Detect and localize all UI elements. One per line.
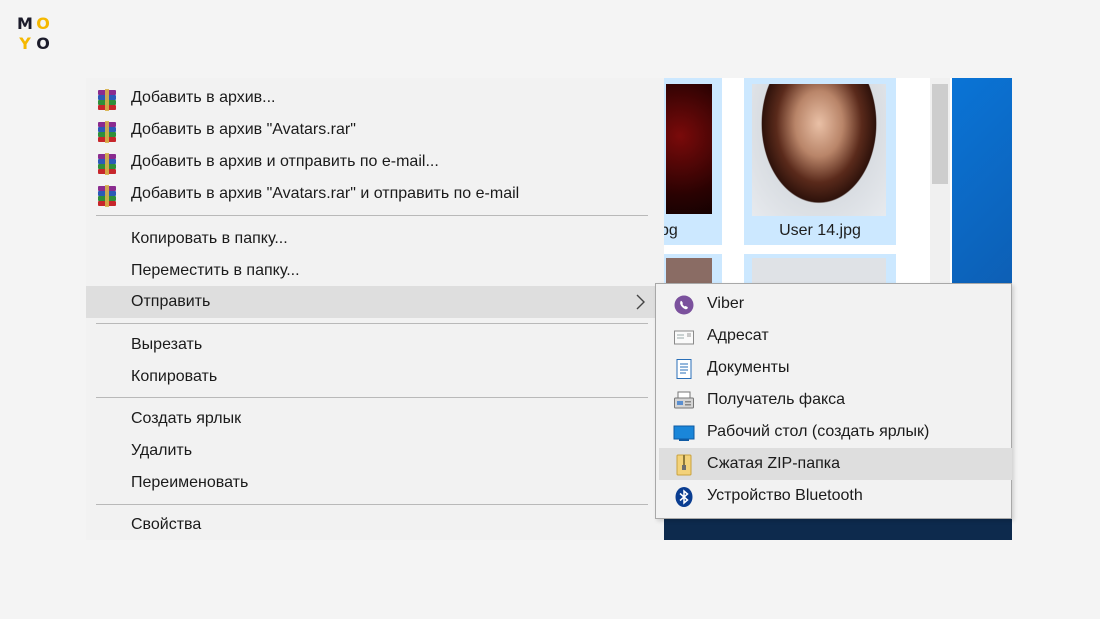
submenu-item-documents[interactable]: Документы [659, 352, 1012, 384]
submenu-item-label: Сжатая ZIP-папка [707, 455, 841, 472]
menu-separator [96, 397, 648, 398]
menu-item-label: Добавить в архив "Avatars.rar" и отправи… [131, 185, 520, 202]
submenu-item-label: Получатель факса [707, 391, 846, 408]
submenu-item-label: Устройство Bluetooth [707, 487, 863, 504]
submenu-item-viber[interactable]: Viber [659, 288, 1012, 320]
menu-item-rename[interactable]: Переименовать [86, 467, 664, 499]
logo-letter: O [36, 34, 50, 53]
winrar-icon [96, 153, 118, 175]
menu-item-add-to-avatars-rar[interactable]: Добавить в архив "Avatars.rar" [86, 114, 664, 146]
menu-item-copy[interactable]: Копировать [86, 361, 664, 393]
file-item[interactable]: pg [660, 78, 722, 245]
menu-item-properties[interactable]: Свойства [86, 509, 664, 541]
logo-letter: Y [19, 34, 31, 53]
menu-item-add-and-email[interactable]: Добавить в архив и отправить по e-mail..… [86, 146, 664, 178]
fax-icon [674, 391, 694, 409]
menu-separator [96, 323, 648, 324]
desktop-icon [673, 425, 695, 441]
file-thumbnail [752, 84, 886, 216]
submenu-item-label: Рабочий стол (создать ярлык) [707, 423, 930, 440]
submenu-item-desktop-shortcut[interactable]: Рабочий стол (создать ярлык) [659, 416, 1012, 448]
file-item[interactable]: User 14.jpg [744, 78, 896, 245]
moyo-logo: MO YO [16, 14, 56, 54]
winrar-icon [96, 121, 118, 143]
logo-letter: O [36, 14, 50, 33]
file-thumbnail [666, 84, 712, 214]
context-menu: Добавить в архив... Добавить в архив "Av… [86, 78, 664, 540]
submenu-item-label: Viber [707, 295, 745, 312]
menu-item-label: Вырезать [131, 336, 203, 353]
documents-icon [676, 359, 692, 379]
menu-item-add-avatars-and-email[interactable]: Добавить в архив "Avatars.rar" и отправи… [86, 178, 664, 210]
submenu-item-bluetooth[interactable]: Устройство Bluetooth [659, 480, 1012, 512]
winrar-icon [96, 89, 118, 111]
menu-item-delete[interactable]: Удалить [86, 435, 664, 467]
menu-item-label: Отправить [131, 293, 211, 310]
menu-item-add-to-archive[interactable]: Добавить в архив... [86, 82, 664, 114]
menu-item-label: Добавить в архив "Avatars.rar" [131, 121, 356, 138]
viber-icon [674, 295, 694, 315]
menu-item-create-shortcut[interactable]: Создать ярлык [86, 403, 664, 435]
submenu-item-label: Документы [707, 359, 790, 376]
menu-item-label: Копировать в папку... [131, 230, 288, 247]
scrollbar-thumb[interactable] [932, 84, 948, 184]
desktop-wallpaper [952, 78, 1012, 283]
mail-recipient-icon [674, 330, 694, 345]
menu-item-label: Свойства [131, 516, 202, 533]
menu-separator [96, 215, 648, 216]
menu-item-label: Копировать [131, 368, 218, 385]
menu-separator [96, 504, 648, 505]
chevron-right-icon [636, 294, 645, 310]
zip-folder-icon [676, 454, 692, 476]
menu-item-label: Переместить в папку... [131, 262, 300, 279]
taskbar [660, 518, 1012, 540]
menu-item-cut[interactable]: Вырезать [86, 329, 664, 361]
winrar-icon [96, 185, 118, 207]
logo-letter: M [17, 14, 33, 33]
menu-item-label: Создать ярлык [131, 410, 242, 427]
send-to-submenu: Viber Адресат Документы Получатель факса [655, 283, 1012, 519]
file-name: User 14.jpg [779, 222, 861, 239]
menu-item-label: Добавить в архив и отправить по e-mail..… [131, 153, 439, 170]
menu-item-label: Удалить [131, 442, 193, 459]
menu-item-send-to[interactable]: Отправить [86, 286, 664, 318]
submenu-item-label: Адресат [707, 327, 769, 344]
menu-item-copy-to-folder[interactable]: Копировать в папку... [86, 223, 664, 255]
submenu-item-mail-recipient[interactable]: Адресат [659, 320, 1012, 352]
menu-item-label: Переименовать [131, 474, 249, 491]
submenu-item-zip-folder[interactable]: Сжатая ZIP-папка [659, 448, 1012, 480]
menu-item-move-to-folder[interactable]: Переместить в папку... [86, 255, 664, 287]
menu-item-label: Добавить в архив... [131, 89, 276, 106]
bluetooth-icon [675, 487, 693, 507]
submenu-item-fax-recipient[interactable]: Получатель факса [659, 384, 1012, 416]
